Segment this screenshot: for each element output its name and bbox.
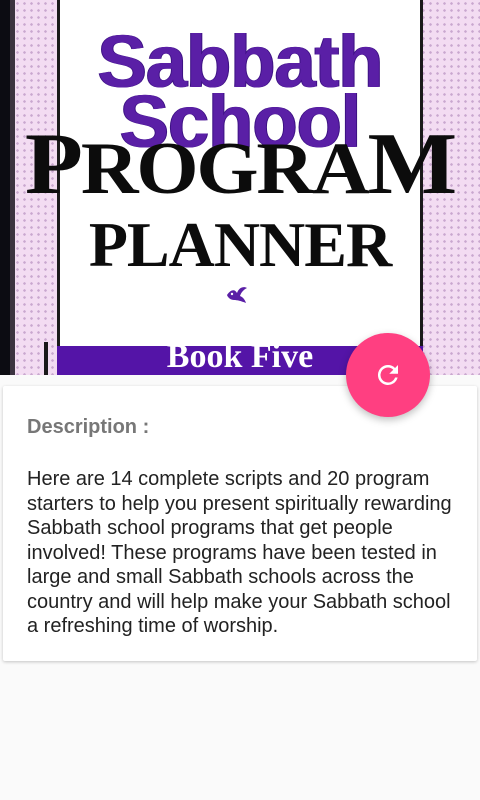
- refresh-icon: [377, 364, 398, 385]
- cover-spine-edge: [10, 0, 15, 375]
- screen: Sabbath School PROGRAM PLANNER Book Five…: [0, 0, 480, 800]
- cover-title-line3-first: P: [24, 116, 83, 213]
- description-card: Description : Here are 14 complete scrip…: [3, 386, 477, 661]
- dove-logo-icon: [227, 287, 247, 303]
- cover-title-line3-rest: ROGRA: [80, 128, 370, 210]
- cover-title-panel: Sabbath School PROGRAM PLANNER Book Five: [25, 0, 457, 375]
- cover-title-line3: PROGRAM: [24, 121, 457, 210]
- refresh-button[interactable]: [346, 333, 430, 417]
- cover-spine: [0, 0, 10, 375]
- description-text: Here are 14 complete scripts and 20 prog…: [27, 468, 452, 637]
- description-label: Description :: [27, 416, 150, 438]
- cover-rule: [44, 342, 48, 375]
- cover-title-line3-last: M: [367, 116, 458, 213]
- book-cover-image: Sabbath School PROGRAM PLANNER Book Five: [0, 0, 480, 375]
- cover-title-line4: PLANNER: [88, 209, 392, 280]
